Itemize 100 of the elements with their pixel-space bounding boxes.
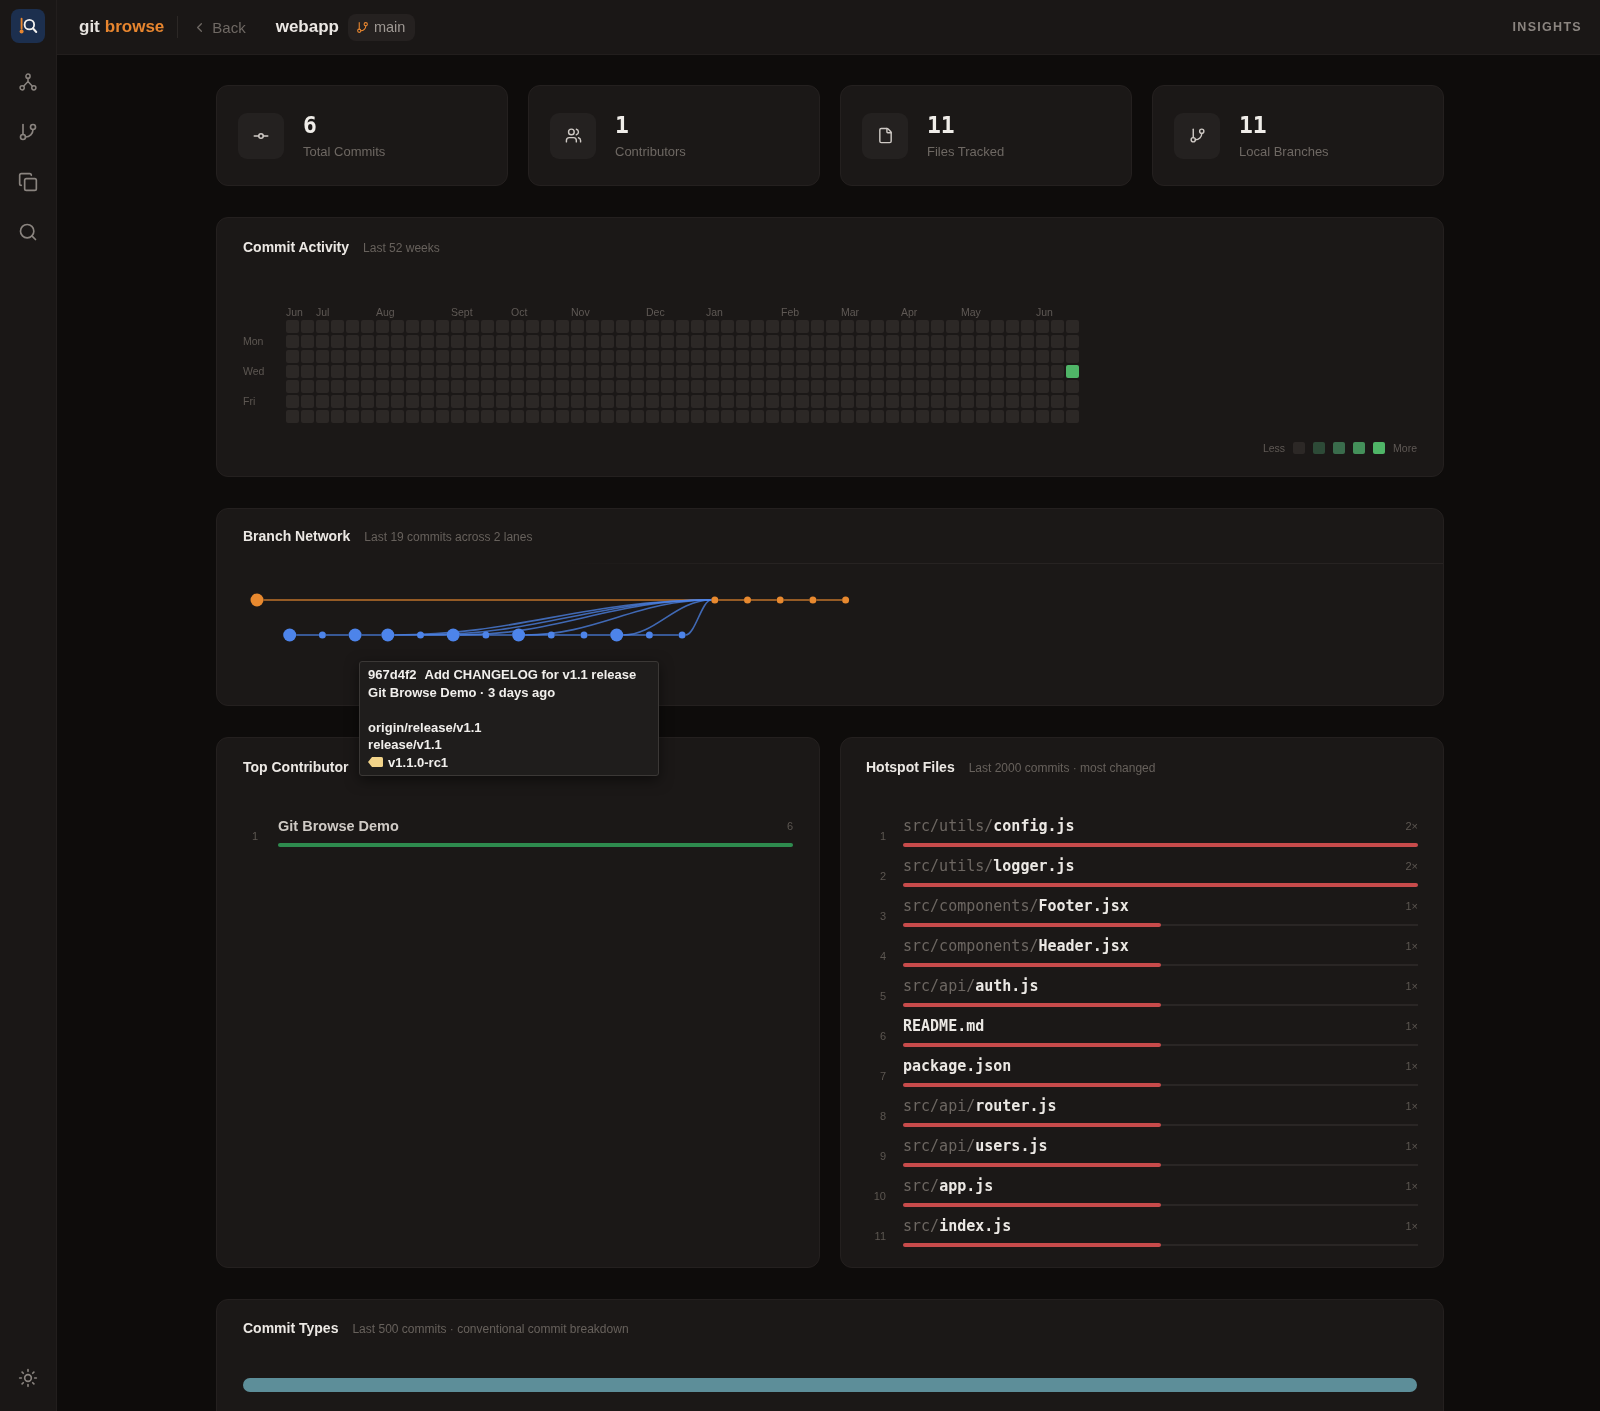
branch-ref: origin/release/v1.1	[368, 718, 482, 736]
app-name: git browse	[79, 17, 165, 37]
month-label: May	[961, 306, 981, 318]
commit-node[interactable]	[547, 631, 555, 639]
month-label: Oct	[511, 306, 528, 318]
commit-node[interactable]	[446, 628, 460, 642]
commit-node[interactable]	[381, 628, 395, 642]
legend-swatch-icon	[1313, 442, 1326, 454]
file-path: src/api/router.js	[903, 1097, 1057, 1115]
legend-swatch-icon	[1373, 442, 1386, 454]
commit-node[interactable]	[711, 596, 719, 604]
rank-number: 2	[878, 870, 886, 882]
month-label: Jun	[1036, 306, 1053, 318]
month-label: Aug	[376, 306, 395, 318]
file-icon	[862, 112, 908, 159]
branch-icon	[1174, 112, 1220, 159]
overlapping-squares-icon[interactable]	[18, 172, 38, 192]
month-label: Jan	[706, 306, 723, 318]
stat-value: 11	[927, 111, 955, 138]
change-count: 1×	[1405, 940, 1418, 952]
card-subtitle: Last 2000 commits · most changed	[968, 761, 1156, 775]
tag-icon	[368, 757, 384, 768]
commit-node[interactable]	[250, 593, 264, 607]
month-label: Jul	[316, 306, 330, 318]
commit-node[interactable]	[809, 596, 817, 604]
branch-ref: release/v1.1	[368, 736, 442, 754]
commit-node[interactable]	[610, 628, 624, 642]
rank-number: 10	[872, 1190, 886, 1202]
change-count: 1×	[1405, 1020, 1418, 1032]
branch-icon	[355, 20, 369, 34]
day-label: Mon	[243, 335, 264, 348]
file-path: src/components/Header.jsx	[903, 937, 1129, 955]
commit-node[interactable]	[580, 631, 588, 639]
file-path: src/api/auth.js	[903, 977, 1039, 995]
commit-hash: 967d4f2	[368, 666, 417, 684]
stat-value: 11	[1239, 111, 1267, 138]
file-path: package.json	[903, 1057, 1012, 1075]
card-title: Top Contributor	[243, 758, 349, 776]
page-title: INSIGHTS	[1512, 20, 1582, 34]
month-label: Feb	[781, 306, 800, 318]
commit-node[interactable]	[348, 628, 362, 642]
change-count: 2×	[1405, 860, 1418, 872]
card-subtitle: Last 52 weeks	[363, 241, 440, 255]
contributor-name: Git Browse Demo	[278, 818, 399, 834]
logo-icon[interactable]	[11, 9, 45, 43]
month-label: Jun	[286, 306, 303, 318]
commit-node[interactable]	[645, 631, 653, 639]
stat-value: 6	[303, 111, 317, 138]
commit-node[interactable]	[318, 631, 326, 639]
back-button[interactable]: Back	[192, 18, 246, 36]
month-label: Nov	[571, 306, 590, 318]
day-label: Wed	[243, 365, 265, 378]
commit-node[interactable]	[678, 631, 686, 639]
branch-icon[interactable]	[18, 122, 38, 142]
commit-meta: Git Browse Demo · 3 days ago	[368, 683, 556, 701]
rank-number: 1	[878, 830, 886, 842]
commit-node[interactable]	[776, 596, 784, 604]
rank-number: 8	[878, 1110, 886, 1122]
month-label: Dec	[646, 306, 665, 318]
rank-number: 9	[878, 1150, 886, 1162]
file-path: README.md	[903, 1017, 985, 1035]
commit-node[interactable]	[283, 628, 297, 642]
commit-icon	[238, 112, 284, 159]
commit-node[interactable]	[842, 596, 850, 604]
change-count: 1×	[1405, 1180, 1418, 1192]
file-path: src/utils/logger.js	[903, 857, 1075, 875]
file-path: src/index.js	[903, 1217, 1012, 1235]
file-path: src/app.js	[903, 1177, 994, 1195]
card-title: Commit Types	[243, 1319, 339, 1337]
stat-label: Local Branches	[1239, 143, 1329, 160]
commit-node[interactable]	[744, 596, 751, 604]
rank-number: 11	[873, 1230, 886, 1242]
commit-count: 6	[786, 820, 793, 832]
users-icon	[550, 112, 596, 159]
network-icon[interactable]	[18, 72, 38, 92]
rank-number: 4	[878, 950, 886, 962]
commit-node[interactable]	[512, 628, 526, 642]
change-count: 1×	[1405, 1140, 1418, 1152]
legend-swatch-icon	[1333, 442, 1346, 454]
branch-selector[interactable]: main	[347, 13, 416, 41]
card-title: Commit Activity	[243, 238, 350, 256]
stat-value: 1	[615, 111, 629, 138]
rank-number: 6	[878, 1030, 886, 1042]
month-label: Mar	[841, 306, 860, 318]
search-icon[interactable]	[18, 222, 38, 242]
stat-label: Contributors	[615, 143, 686, 160]
commit-node[interactable]	[482, 631, 490, 639]
card-title: Hotspot Files	[866, 758, 955, 776]
tag-name: v1.1.0-rc1	[388, 753, 449, 771]
sun-icon[interactable]	[18, 1368, 38, 1388]
legend-label: Less	[1262, 442, 1286, 454]
change-count: 2×	[1405, 820, 1418, 832]
file-path: src/api/users.js	[903, 1137, 1048, 1155]
day-label: Fri	[243, 395, 256, 408]
file-path: src/components/Footer.jsx	[903, 897, 1129, 915]
rank-number: 7	[878, 1070, 886, 1082]
legend-label: More	[1393, 442, 1417, 454]
card-title: Branch Network	[243, 527, 351, 545]
commit-node[interactable]	[417, 631, 424, 639]
rank-number: 5	[878, 990, 886, 1002]
